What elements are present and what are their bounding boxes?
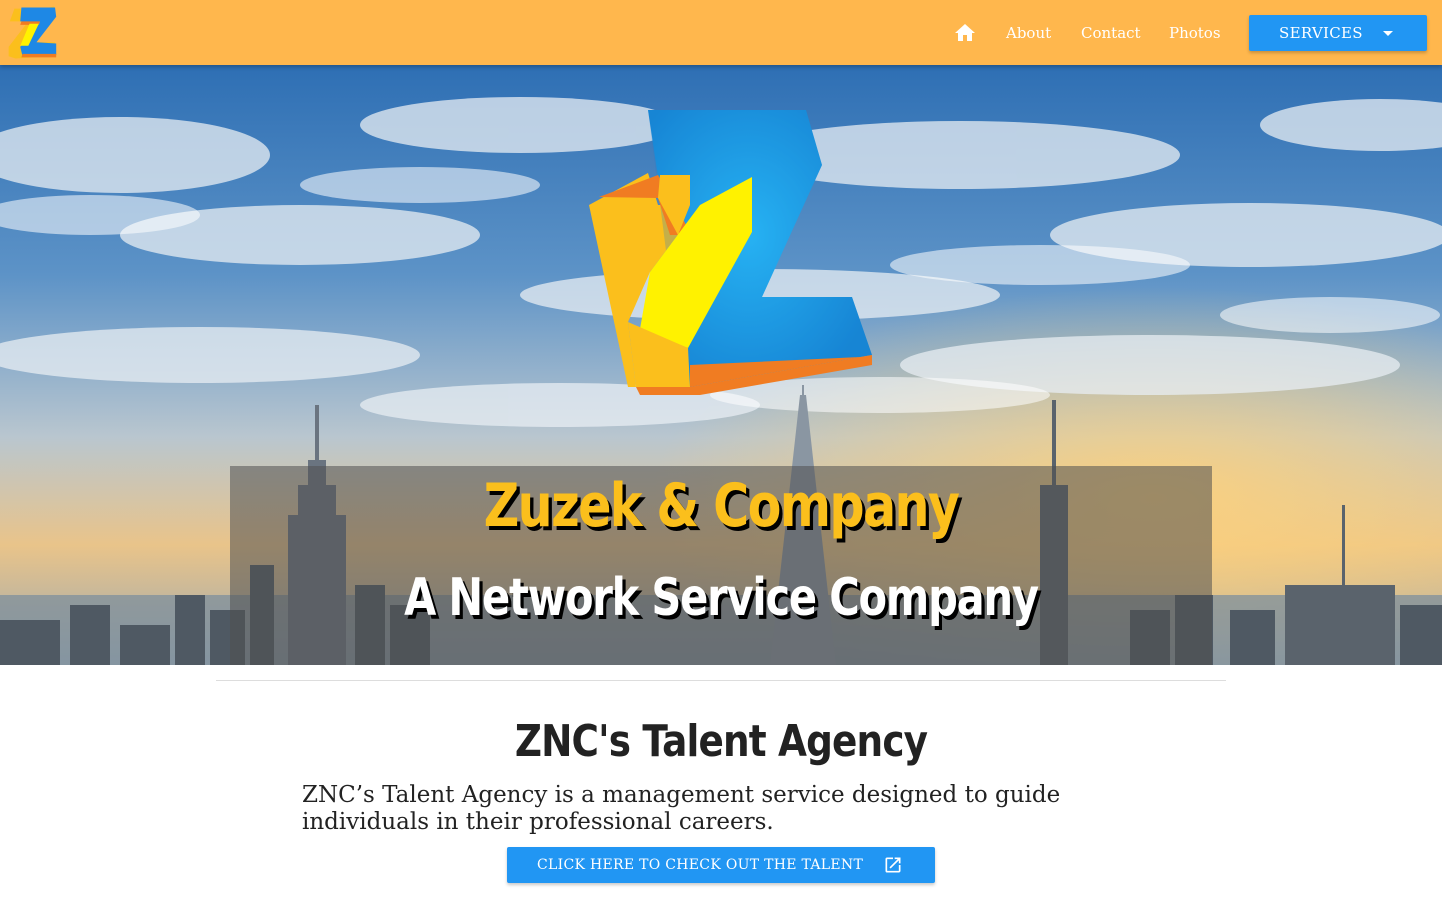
hero-title: Zuzek & Company — [483, 471, 960, 541]
external-link-icon — [885, 857, 901, 873]
nav-link-photos[interactable]: Photos — [1169, 21, 1221, 45]
nav-link-about[interactable]: About — [1006, 21, 1051, 45]
nav-link-contact[interactable]: Contact — [1081, 21, 1141, 45]
home-icon[interactable] — [953, 21, 977, 45]
z-logo-icon[interactable] — [4, 4, 62, 62]
services-dropdown-button[interactable]: SERVICES — [1249, 15, 1427, 51]
hero-banner: Zuzek & Company A Network Service Compan… — [0, 65, 1442, 665]
check-out-talent-button[interactable]: CLICK HERE TO CHECK OUT THE TALENT — [507, 847, 935, 883]
section-divider — [216, 680, 1226, 681]
section-description: ZNC’s Talent Agency is a management serv… — [302, 782, 1061, 835]
top-navbar: About Contact Photos SERVICES — [0, 0, 1442, 65]
caret-down-icon — [1383, 31, 1393, 36]
section-title: ZNC's Talent Agency — [514, 716, 928, 767]
talent-button-label: CLICK HERE TO CHECK OUT THE TALENT — [537, 857, 864, 873]
services-label: SERVICES — [1279, 24, 1363, 42]
hero-subtitle: A Network Service Company — [404, 568, 1039, 628]
